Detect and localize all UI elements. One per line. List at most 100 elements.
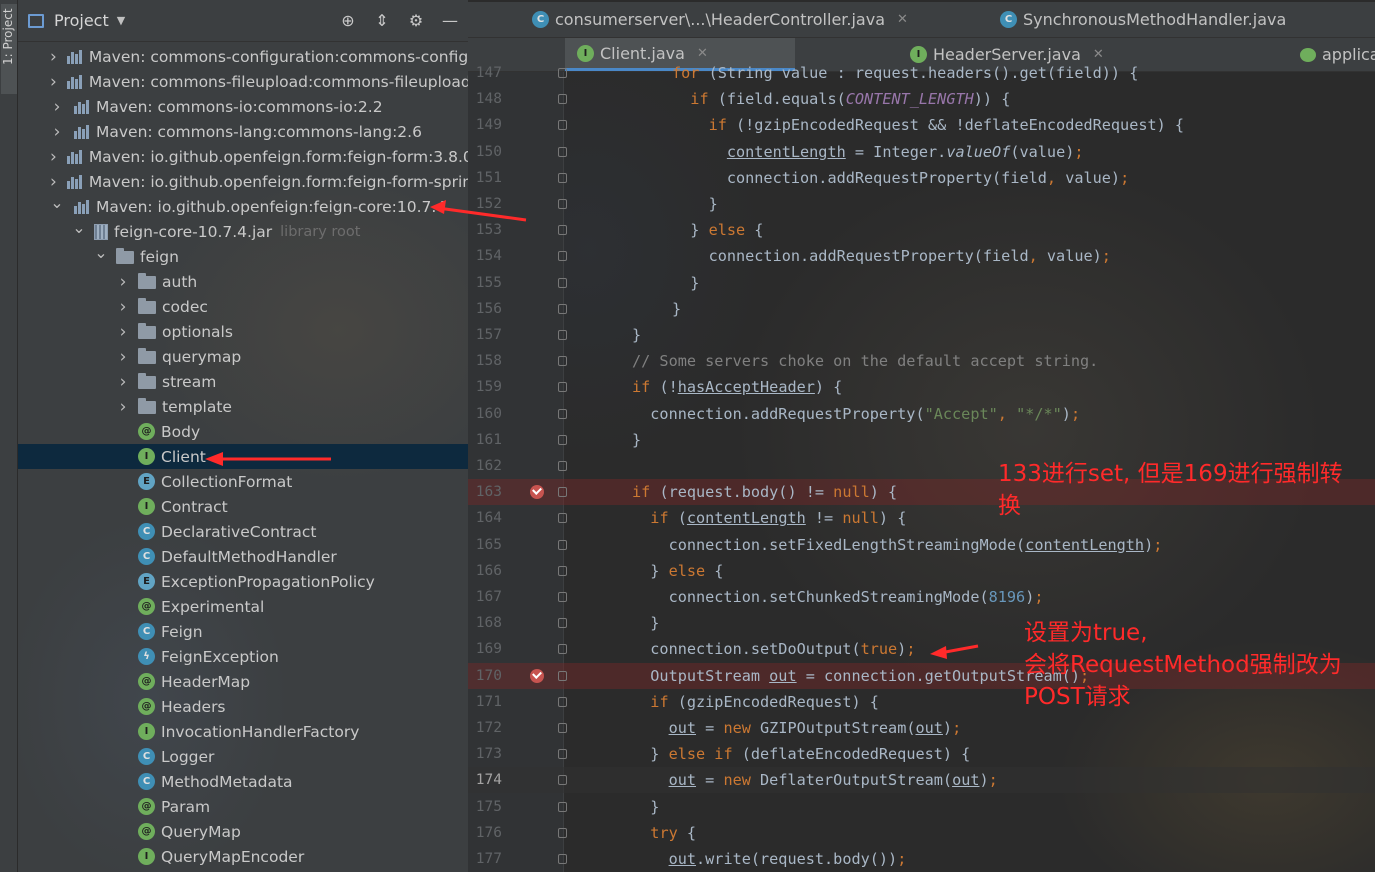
- tree-item[interactable]: › auth: [18, 269, 468, 294]
- fold-marker-icon[interactable]: [558, 723, 567, 733]
- chevron-down-icon[interactable]: ⌄: [50, 193, 64, 212]
- chevron-right-icon[interactable]: ›: [116, 397, 130, 417]
- fold-marker-icon[interactable]: [558, 827, 567, 838]
- chevron-right-icon[interactable]: ›: [116, 297, 130, 317]
- gear-icon[interactable]: ⚙: [406, 10, 426, 30]
- fold-marker-icon[interactable]: [558, 854, 567, 864]
- tree-item[interactable]: ›IQueryMapEncoder: [18, 844, 468, 869]
- tree-item[interactable]: ›@Headers: [18, 694, 468, 719]
- fold-marker-icon[interactable]: [558, 461, 567, 471]
- tree-item[interactable]: › Maven: io.github.openfeign.form:feign-f…: [18, 144, 468, 169]
- chevron-right-icon[interactable]: ›: [50, 47, 57, 67]
- tree-item[interactable]: › optionals: [18, 319, 468, 344]
- fold-marker-icon[interactable]: [558, 565, 567, 576]
- fold-marker-icon[interactable]: [558, 592, 567, 602]
- tree-item[interactable]: ›CDeclarativeContract: [18, 519, 468, 544]
- fold-marker-icon[interactable]: [558, 356, 567, 367]
- chevron-right-icon[interactable]: ›: [50, 172, 57, 192]
- code-line[interactable]: 177 out.write(request.body());: [468, 846, 1375, 872]
- fold-marker-icon[interactable]: [558, 801, 567, 812]
- fold-marker-icon[interactable]: [558, 487, 567, 498]
- tree-item[interactable]: › codec: [18, 294, 468, 319]
- fold-marker-icon[interactable]: [558, 539, 567, 550]
- target-icon[interactable]: ⊕: [338, 10, 358, 30]
- fold-marker-icon[interactable]: [558, 251, 567, 262]
- chevron-right-icon[interactable]: ›: [50, 147, 57, 167]
- fold-marker-icon[interactable]: [558, 670, 567, 681]
- fold-marker-icon[interactable]: [558, 146, 567, 157]
- tree-item[interactable]: ›@Body: [18, 419, 468, 444]
- tree-item[interactable]: ›EExceptionPropagationPolicy: [18, 569, 468, 594]
- fold-marker-icon[interactable]: [558, 382, 567, 393]
- fold-marker-icon[interactable]: [558, 408, 567, 419]
- code-line[interactable]: 172 out = new GZIPOutputStream(out);: [468, 715, 1375, 741]
- editor-tab[interactable]: Cconsumerserver\...\HeaderController.jav…: [520, 2, 940, 37]
- tree-item[interactable]: › template: [18, 394, 468, 419]
- tree-item[interactable]: ›ϟFeignException: [18, 644, 468, 669]
- project-tool-button[interactable]: 1: Project: [1, 4, 17, 94]
- fold-marker-icon[interactable]: [558, 303, 567, 314]
- tree-item[interactable]: ⌄ feign-core-10.7.4.jar library root: [18, 218, 468, 244]
- code-line[interactable]: 153 } else {: [468, 217, 1375, 243]
- breakpoint-icon[interactable]: [530, 668, 544, 683]
- close-icon[interactable]: ✕: [697, 46, 708, 61]
- code-line[interactable]: 156}: [468, 296, 1375, 322]
- fold-marker-icon[interactable]: [558, 199, 567, 209]
- chevron-right-icon[interactable]: ›: [116, 347, 130, 367]
- chevron-right-icon[interactable]: ›: [50, 72, 57, 92]
- tree-item[interactable]: ›CFeign: [18, 619, 468, 644]
- tree-item[interactable]: ›@QueryMap: [18, 819, 468, 844]
- code-line[interactable]: 152 }: [468, 191, 1375, 217]
- editor-tab[interactable]: C SynchronousMethodHandler.java: [988, 2, 1375, 37]
- tree-item[interactable]: › Maven: commons-configuration:commons-co…: [18, 44, 468, 69]
- fold-marker-icon[interactable]: [558, 513, 567, 524]
- tree-item[interactable]: › Maven: commons-fileupload:commons-fileu…: [18, 69, 468, 94]
- fold-marker-icon[interactable]: [558, 225, 567, 236]
- code-line[interactable]: 175 }: [468, 794, 1375, 820]
- chevron-right-icon[interactable]: ›: [50, 122, 64, 142]
- breakpoint-icon[interactable]: [530, 485, 544, 500]
- tree-item[interactable]: › Maven: io.github.openfeign.form:feign-f…: [18, 169, 468, 194]
- code-line[interactable]: 167 connection.setChunkedStreamingMode(8…: [468, 584, 1375, 610]
- code-line[interactable]: 173 } else if (deflateEncodedRequest) {: [468, 741, 1375, 767]
- fold-marker-icon[interactable]: [558, 618, 567, 629]
- chevron-right-icon[interactable]: ›: [116, 322, 130, 342]
- tree-item[interactable]: › querymap: [18, 344, 468, 369]
- code-line[interactable]: 157}: [468, 322, 1375, 348]
- close-icon[interactable]: ✕: [897, 12, 908, 27]
- tree-item[interactable]: ›@Experimental: [18, 594, 468, 619]
- chevron-right-icon[interactable]: ›: [50, 97, 64, 117]
- code-line[interactable]: 160 connection.addRequestProperty("Accep…: [468, 401, 1375, 427]
- chevron-right-icon[interactable]: ›: [116, 272, 130, 292]
- fold-marker-icon[interactable]: [558, 277, 567, 288]
- minimize-icon[interactable]: —: [440, 10, 460, 30]
- code-line[interactable]: 174 out = new DeflaterOutputStream(out);: [468, 767, 1375, 794]
- fold-marker-icon[interactable]: [558, 749, 567, 760]
- code-line[interactable]: 148 if (field.equals(CONTENT_LENGTH)) {: [468, 86, 1375, 112]
- tree-item[interactable]: ⌄ Maven: io.github.openfeign:feign-core:1…: [18, 193, 468, 219]
- tree-item[interactable]: ›@HeaderMap: [18, 669, 468, 694]
- tree-item[interactable]: ›IContract: [18, 494, 468, 519]
- tree-item[interactable]: › stream: [18, 369, 468, 394]
- tree-item[interactable]: › Maven: commons-io:commons-io:2.2: [18, 94, 468, 119]
- code-line[interactable]: 154 connection.addRequestProperty(field,…: [468, 243, 1375, 269]
- tree-item[interactable]: ›IInvocationHandlerFactory: [18, 719, 468, 744]
- fold-marker-icon[interactable]: [558, 68, 567, 78]
- fold-marker-icon[interactable]: [558, 120, 567, 131]
- tree-item[interactable]: › Maven: commons-lang:commons-lang:2.6: [18, 119, 468, 144]
- fold-marker-icon[interactable]: [558, 434, 567, 445]
- code-line[interactable]: 158 // Some servers choke on the default …: [468, 348, 1375, 374]
- code-line[interactable]: 155 }: [468, 270, 1375, 296]
- code-line[interactable]: 149 if (!gzipEncodedRequest && !deflateE…: [468, 112, 1375, 138]
- chevron-down-icon[interactable]: ⌄: [94, 243, 108, 262]
- fold-marker-icon[interactable]: [558, 94, 567, 105]
- code-line[interactable]: 165 connection.setFixedLengthStreamingMo…: [468, 532, 1375, 558]
- tree-item[interactable]: ›CLogger: [18, 744, 468, 769]
- code-line[interactable]: 161}: [468, 427, 1375, 453]
- fold-marker-icon[interactable]: [558, 330, 567, 340]
- code-line[interactable]: 176 try {: [468, 820, 1375, 846]
- tree-item[interactable]: ›CMethodMetadata: [18, 769, 468, 794]
- fold-marker-icon[interactable]: [558, 775, 567, 786]
- fold-marker-icon[interactable]: [558, 696, 567, 707]
- code-line[interactable]: 147 for (String value : request.headers()…: [468, 60, 1375, 86]
